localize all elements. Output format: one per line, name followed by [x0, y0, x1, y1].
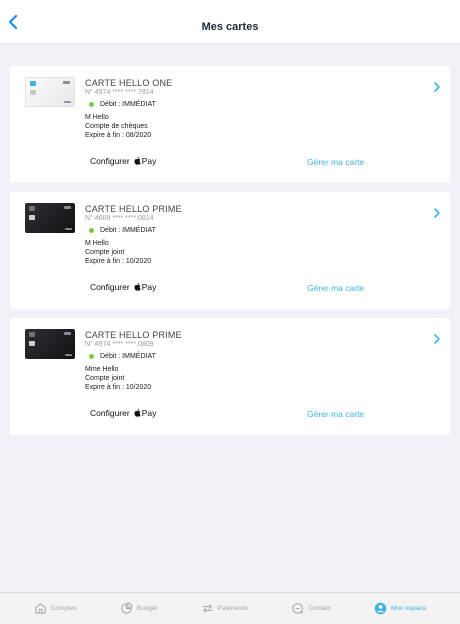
card-brand-mark-icon — [64, 332, 71, 335]
bank-logo-icon — [29, 206, 35, 211]
tab-budget[interactable]: Budget — [120, 602, 158, 615]
applepay-brand: Pay — [141, 282, 157, 292]
tab-label: Contact — [308, 605, 331, 612]
bank-logo-icon — [29, 332, 35, 337]
status-dot-icon — [89, 228, 94, 233]
card-name: CARTE HELLO PRIME — [85, 330, 182, 340]
debit-type: Débit : IMMÉDIAT — [100, 227, 156, 234]
tab-contact[interactable]: Contact — [291, 602, 331, 615]
card-info: CARTE HELLO ONE N° 4974 **** **** 7814 D… — [85, 78, 335, 139]
card-brand-mark-icon — [64, 206, 71, 209]
card-chip-icon — [29, 341, 35, 346]
debit-row: Débit : IMMÉDIAT — [85, 101, 335, 108]
card-chip-icon — [29, 215, 35, 220]
manage-card-link[interactable]: Gérer ma carte — [307, 157, 364, 167]
debit-type: Débit : IMMÉDIAT — [100, 101, 156, 108]
account-type: Compte joint — [85, 249, 125, 256]
card-expiry: Expire à fin : 08/2020 — [85, 132, 152, 139]
applepay-brand: Pay — [141, 408, 157, 418]
debit-type: Débit : IMMÉDIAT — [100, 353, 156, 360]
configure-apple-pay-button[interactable]: Configurer Pay — [90, 282, 156, 292]
card-number: N° 4609 **** **** 0814 — [85, 215, 154, 222]
visa-logo: VISA — [63, 100, 71, 104]
visa-logo: VISA — [64, 353, 72, 357]
tab-label: Paiements — [217, 605, 249, 612]
chevron-right-icon[interactable] — [432, 333, 442, 345]
applepay-label: Configurer — [90, 156, 130, 166]
card-panel[interactable]: VISA CARTE HELLO ONE N° 4974 **** **** 7… — [10, 66, 450, 183]
card-holder: Mme Hello — [85, 366, 119, 373]
tab-label: Comptes — [50, 605, 77, 612]
chat-icon — [292, 603, 304, 614]
applepay-label: Configurer — [90, 282, 130, 292]
configure-apple-pay-button[interactable]: Configurer Pay — [90, 156, 156, 166]
user-icon — [374, 602, 387, 615]
card-holder: M Hello — [85, 114, 109, 121]
applepay-label: Configurer — [90, 408, 130, 418]
status-dot-icon — [89, 102, 94, 107]
page-title: Mes cartes — [201, 21, 259, 33]
card-number: N° 4974 **** **** 0809 — [85, 341, 154, 348]
manage-card-link[interactable]: Gérer ma carte — [307, 409, 364, 419]
tab-label: Budget — [136, 605, 158, 612]
tab-comptes[interactable]: Comptes — [34, 602, 77, 615]
apple-logo-icon — [134, 157, 141, 165]
status-dot-icon — [89, 354, 94, 359]
top-bar: Mes cartes — [0, 0, 460, 44]
tab-mon-espace[interactable]: Mon espace — [374, 602, 426, 615]
card-holder: M Hello — [85, 240, 109, 247]
card-info: CARTE HELLO PRIME N° 4974 **** **** 0809… — [85, 330, 335, 391]
card-panel[interactable]: VISA CARTE HELLO PRIME N° 4609 **** ****… — [10, 192, 450, 309]
chevron-right-icon[interactable] — [432, 207, 442, 219]
bottom-tab-bar: Comptes Budget Paiements Contact Mon esp… — [0, 592, 460, 624]
configure-apple-pay-button[interactable]: Configurer Pay — [90, 408, 156, 418]
visa-logo: VISA — [64, 227, 72, 231]
card-list: VISA CARTE HELLO ONE N° 4974 **** **** 7… — [10, 66, 450, 444]
card-image: VISA — [25, 329, 75, 359]
transfer-icon — [201, 604, 213, 613]
apple-logo-icon — [134, 409, 141, 417]
card-chip-icon — [30, 90, 36, 95]
card-expiry: Expire à fin : 10/2020 — [85, 384, 152, 391]
debit-row: Débit : IMMÉDIAT — [85, 353, 335, 360]
chevron-right-icon[interactable] — [432, 81, 442, 93]
card-name: CARTE HELLO PRIME — [85, 204, 182, 214]
card-image: VISA — [25, 203, 75, 233]
card-name: CARTE HELLO ONE — [85, 78, 173, 88]
card-image: VISA — [25, 77, 75, 107]
card-panel[interactable]: VISA CARTE HELLO PRIME N° 4974 **** ****… — [10, 318, 450, 435]
bank-icon — [34, 603, 46, 614]
tab-paiements[interactable]: Paiements — [201, 602, 249, 615]
account-type: Compte de chèques — [85, 123, 148, 130]
manage-card-link[interactable]: Gérer ma carte — [307, 283, 364, 293]
card-info: CARTE HELLO PRIME N° 4609 **** **** 0814… — [85, 204, 335, 265]
bank-logo-icon — [30, 81, 36, 86]
card-number: N° 4974 **** **** 7814 — [85, 89, 154, 96]
apple-logo-icon — [134, 283, 141, 291]
account-type: Compte joint — [85, 375, 125, 382]
tab-label: Mon espace — [390, 605, 427, 612]
applepay-brand: Pay — [141, 156, 157, 166]
card-expiry: Expire à fin : 10/2020 — [85, 258, 152, 265]
debit-row: Débit : IMMÉDIAT — [85, 227, 335, 234]
card-brand-mark-icon — [63, 81, 70, 84]
pie-chart-icon — [121, 602, 133, 614]
